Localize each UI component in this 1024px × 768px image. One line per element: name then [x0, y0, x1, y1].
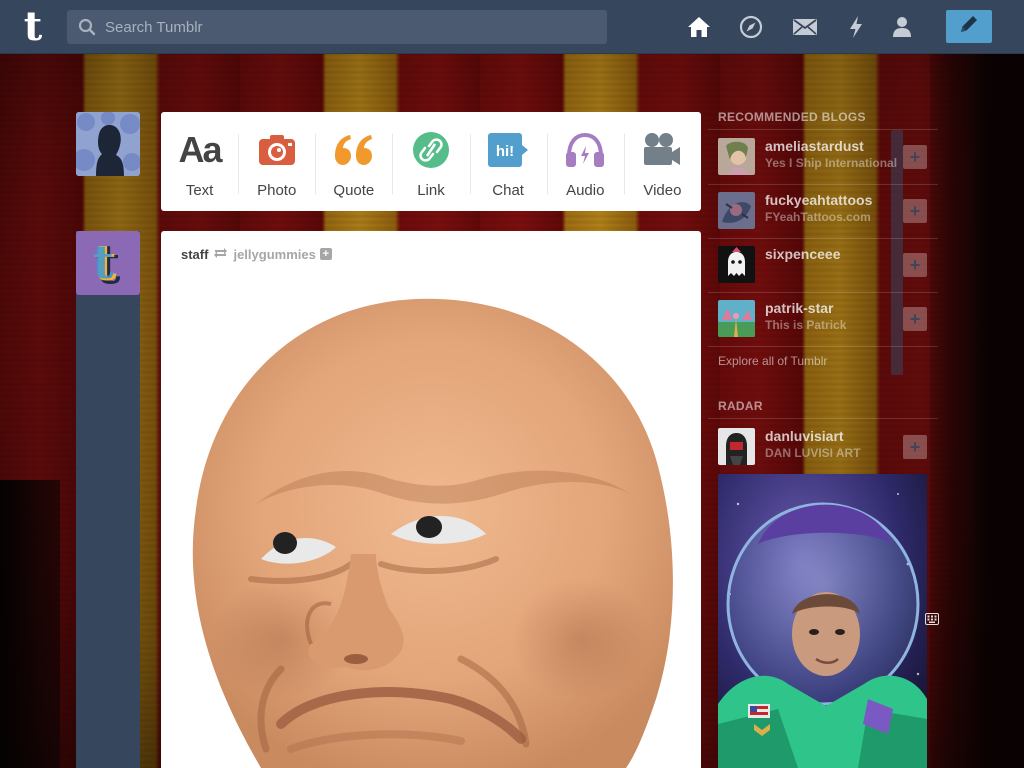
- follow-blog-button[interactable]: +: [903, 307, 927, 331]
- quote-icon: [333, 130, 375, 170]
- chat-bubble-icon: hi!: [487, 130, 529, 170]
- post-type-label: Video: [643, 182, 682, 199]
- post-type-link-button[interactable]: Link: [392, 112, 469, 211]
- post-type-label: Quote: [333, 182, 375, 199]
- top-navigation-bar: t: [0, 0, 1024, 54]
- link-icon: [412, 130, 450, 170]
- inbox-mail-icon[interactable]: [792, 14, 818, 40]
- post-photo[interactable]: [161, 279, 701, 768]
- account-person-icon[interactable]: [889, 14, 915, 40]
- post-header: staff jellygummies +: [181, 246, 332, 262]
- recommended-blog-row[interactable]: sixpenceee +: [708, 238, 938, 292]
- post-author-link[interactable]: staff: [181, 247, 208, 262]
- background-shadow-left: [0, 480, 60, 768]
- staff-avatar[interactable]: t t t: [76, 231, 140, 295]
- explore-compass-icon[interactable]: [738, 14, 764, 40]
- blog-name[interactable]: sixpenceee: [765, 246, 841, 262]
- home-icon[interactable]: [686, 14, 712, 40]
- search-input[interactable]: [105, 10, 595, 44]
- new-post-type-bar: Aa Text Photo Quote Link hi! Chat Audio: [161, 112, 701, 211]
- user-avatar[interactable]: [76, 112, 140, 176]
- background-shadow-right: [930, 54, 1024, 768]
- compose-pencil-icon: [958, 13, 980, 40]
- follow-blog-button[interactable]: +: [903, 145, 927, 169]
- post-source-link[interactable]: jellygummies: [233, 247, 315, 262]
- search-icon: [78, 18, 96, 41]
- text-aa-icon: Aa: [178, 129, 223, 170]
- blog-name[interactable]: ameliastardust: [765, 138, 864, 154]
- blog-description: DAN LUVISI ART: [765, 446, 861, 460]
- follow-blog-button[interactable]: +: [903, 199, 927, 223]
- post-type-photo-button[interactable]: Photo: [238, 112, 315, 211]
- post-type-label: Link: [417, 182, 445, 199]
- row-divider: [708, 346, 938, 347]
- blog-name[interactable]: patrik-star: [765, 300, 833, 316]
- recommended-blog-row[interactable]: patrik-star This is Patrick +: [708, 292, 938, 346]
- post-type-label: Photo: [257, 182, 297, 199]
- activity-lightning-icon[interactable]: [843, 14, 869, 40]
- post-type-label: Chat: [492, 182, 524, 199]
- dashboard-post: staff jellygummies +: [161, 231, 701, 768]
- section-divider: [708, 418, 938, 419]
- video-camera-icon: [642, 130, 682, 170]
- svg-text:hi!: hi!: [496, 143, 514, 160]
- post-author-column: [76, 231, 140, 768]
- radar-post-image[interactable]: [718, 474, 927, 768]
- radar-title: RADAR: [718, 399, 763, 413]
- post-type-text-button[interactable]: Aa Text: [161, 112, 238, 211]
- blog-avatar[interactable]: [718, 428, 755, 465]
- reblog-icon: [213, 247, 228, 262]
- post-type-quote-button[interactable]: Quote: [315, 112, 392, 211]
- post-type-audio-button[interactable]: Audio: [546, 112, 624, 211]
- recommended-blog-row[interactable]: ameliastardust Yes I Ship Internationall…: [708, 130, 938, 184]
- headphones-icon: [565, 130, 605, 170]
- follow-blog-button[interactable]: +: [903, 435, 927, 459]
- tumblr-logo[interactable]: t: [16, 7, 50, 48]
- post-type-chat-button[interactable]: hi! Chat: [469, 112, 547, 211]
- follow-blog-button[interactable]: +: [903, 253, 927, 277]
- blog-name[interactable]: fuckyeahtattoos: [765, 192, 872, 208]
- svg-text:t: t: [92, 235, 114, 289]
- blog-name[interactable]: danluvisiart: [765, 428, 844, 444]
- post-type-video-button[interactable]: Video: [623, 112, 701, 211]
- blog-description: This is Patrick: [765, 318, 847, 332]
- search-box[interactable]: [67, 10, 607, 44]
- post-type-label: Audio: [566, 182, 605, 199]
- blog-description: FYeahTattoos.com: [765, 210, 871, 224]
- post-type-label: Text: [185, 182, 214, 199]
- blog-avatar[interactable]: [718, 138, 755, 175]
- compose-post-button[interactable]: [946, 10, 992, 43]
- blog-description: Yes I Ship Internationally: [765, 156, 897, 170]
- blog-avatar[interactable]: [718, 246, 755, 283]
- explore-all-link[interactable]: Explore all of Tumblr: [718, 354, 827, 368]
- recommended-blog-row[interactable]: fuckyeahtattoos FYeahTattoos.com +: [708, 184, 938, 238]
- follow-source-button[interactable]: +: [319, 248, 332, 260]
- blog-avatar[interactable]: [718, 192, 755, 229]
- recommended-blogs-title: RECOMMENDED BLOGS: [718, 110, 866, 124]
- camera-icon: [258, 130, 296, 170]
- radar-blog-row[interactable]: danluvisiart DAN LUVISI ART +: [708, 420, 938, 474]
- blog-avatar[interactable]: [718, 300, 755, 337]
- keyboard-shortcuts-icon[interactable]: [925, 612, 939, 630]
